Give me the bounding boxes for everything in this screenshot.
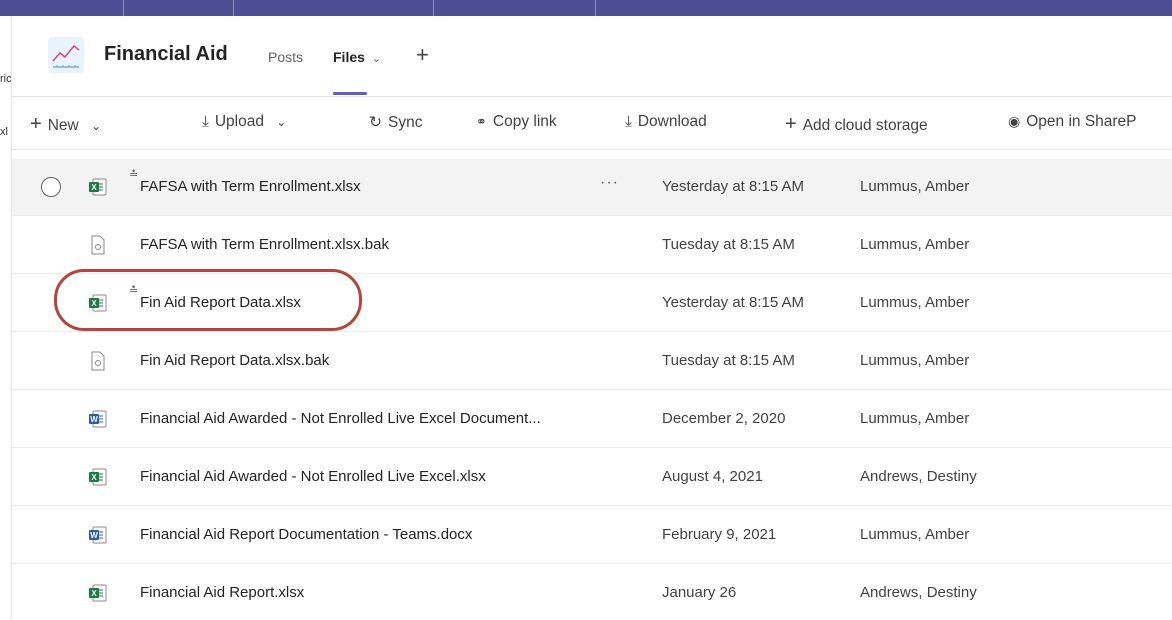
open-sharepoint-label: Open in ShareP — [1026, 113, 1137, 130]
top-bar-segment — [434, 0, 596, 16]
file-modified: August 4, 2021 — [662, 468, 763, 485]
sync-status-icon: ≛ — [129, 169, 139, 181]
active-tab-indicator — [333, 92, 367, 95]
file-name[interactable]: Financial Aid Report.xlsx — [140, 584, 304, 601]
file-modified: Yesterday at 8:15 AM — [662, 294, 805, 311]
copy-link-button[interactable]: ⚭ Copy link — [476, 113, 557, 131]
command-bar: + New ⌄ ⤓ Upload ⌄ ↻ Sync ⚭ Copy link ⤓ Downl… — [12, 96, 1172, 150]
file-modified-by: Lummus, Amber — [860, 526, 970, 543]
file-row[interactable]: FAFSA with Term Enrollment.xlsx.bak Tues… — [12, 217, 1172, 274]
sync-button[interactable]: ↻ Sync — [369, 113, 422, 132]
add-cloud-label: Add cloud storage — [802, 117, 928, 134]
sharepoint-icon: ◉ — [1008, 113, 1021, 129]
team-name: Financial Aid — [104, 43, 228, 65]
generic-file-icon — [88, 235, 108, 255]
sync-icon: ↻ — [369, 114, 382, 131]
download-icon: ⤓ — [625, 113, 632, 130]
tab-posts[interactable]: Posts — [268, 49, 303, 65]
file-name[interactable]: FAFSA with Term Enrollment.xlsx.bak — [140, 236, 389, 253]
tab-label: Files — [333, 49, 365, 65]
file-modified: January 26 — [662, 584, 737, 601]
svg-text:X: X — [91, 589, 97, 598]
upload-icon: ⤓ — [202, 113, 209, 130]
team-logo-icon — [48, 37, 84, 73]
file-modified-by: Lummus, Amber — [860, 178, 970, 195]
file-name[interactable]: Financial Aid Awarded - Not Enrolled Liv… — [140, 410, 541, 427]
file-row[interactable]: X Financial Aid Awarded - Not Enrolled L… — [12, 449, 1172, 506]
plus-icon[interactable]: + — [416, 42, 429, 68]
file-modified-by: Lummus, Amber — [860, 352, 970, 369]
chevron-down-icon: ⌄ — [91, 119, 102, 133]
download-button[interactable]: ⤓ Download — [625, 113, 707, 131]
file-modified-by: Andrews, Destiny — [860, 468, 977, 485]
svg-text:W: W — [90, 531, 98, 540]
file-name[interactable]: FAFSA with Term Enrollment.xlsx — [140, 178, 361, 195]
svg-text:W: W — [90, 415, 98, 424]
left-panel-text: ric — [0, 73, 12, 85]
file-modified: Tuesday at 8:15 AM — [662, 352, 795, 369]
file-row[interactable]: Fin Aid Report Data.xlsx.bak Tuesday at … — [12, 333, 1172, 390]
plus-icon: + — [30, 113, 42, 135]
file-modified-by: Andrews, Destiny — [860, 584, 977, 601]
chevron-down-icon: ⌄ — [371, 53, 382, 65]
file-modified: February 9, 2021 — [662, 526, 777, 543]
file-row[interactable]: X Financial Aid Report.xlsx January 26 A… — [12, 565, 1172, 620]
svg-text:X: X — [91, 473, 97, 482]
file-row[interactable]: W Financial Aid Report Documentation - T… — [12, 507, 1172, 564]
file-row[interactable]: X ≛ FAFSA with Term Enrollment.xlsx ··· … — [12, 159, 1172, 216]
tab-label: Posts — [268, 49, 304, 65]
new-label: New — [47, 117, 79, 134]
copy-link-label: Copy link — [492, 113, 557, 130]
top-bar — [0, 0, 1172, 16]
top-bar-segment — [234, 0, 434, 16]
file-modified: Tuesday at 8:15 AM — [662, 236, 795, 253]
new-button[interactable]: + New ⌄ — [30, 113, 101, 136]
file-row[interactable]: W Financial Aid Awarded - Not Enrolled L… — [12, 391, 1172, 448]
channel-header: Financial Aid Posts Files ⌄ + — [44, 16, 1172, 96]
file-modified-by: Lummus, Amber — [860, 236, 970, 253]
top-bar-segment — [0, 0, 124, 16]
excel-file-icon: X — [88, 177, 108, 197]
file-name[interactable]: Financial Aid Report Documentation - Tea… — [140, 526, 472, 543]
file-name[interactable]: Fin Aid Report Data.xlsx.bak — [140, 352, 329, 369]
upload-button[interactable]: ⤓ Upload ⌄ — [202, 113, 286, 131]
chevron-down-icon: ⌄ — [276, 115, 287, 129]
add-cloud-storage-button[interactable]: + Add cloud storage — [785, 113, 928, 136]
download-label: Download — [637, 113, 707, 130]
generic-file-icon — [88, 351, 108, 371]
left-panel-text: xl — [0, 126, 8, 138]
sync-label: Sync — [388, 114, 423, 131]
file-name[interactable]: Financial Aid Awarded - Not Enrolled Liv… — [140, 468, 486, 485]
file-modified-by: Lummus, Amber — [860, 410, 970, 427]
tab-files[interactable]: Files ⌄ — [333, 49, 381, 65]
excel-file-icon: X — [88, 583, 108, 603]
plus-icon: + — [785, 113, 797, 135]
row-select-radio[interactable] — [41, 177, 61, 197]
file-modified-by: Lummus, Amber — [860, 294, 970, 311]
top-bar-segment — [124, 0, 234, 16]
word-file-icon: W — [88, 409, 108, 429]
svg-text:X: X — [91, 183, 97, 192]
open-in-sharepoint-button[interactable]: ◉ Open in ShareP — [1008, 113, 1137, 131]
more-options-icon[interactable]: ··· — [600, 174, 619, 192]
file-modified: December 2, 2020 — [662, 410, 786, 427]
excel-file-icon: X — [88, 467, 108, 487]
link-icon: ⚭ — [476, 114, 487, 129]
left-panel-edge: ric xl — [0, 16, 12, 620]
file-modified: Yesterday at 8:15 AM — [662, 178, 805, 195]
highlight-annotation — [54, 269, 362, 331]
word-file-icon: W — [88, 525, 108, 545]
upload-label: Upload — [214, 113, 264, 130]
